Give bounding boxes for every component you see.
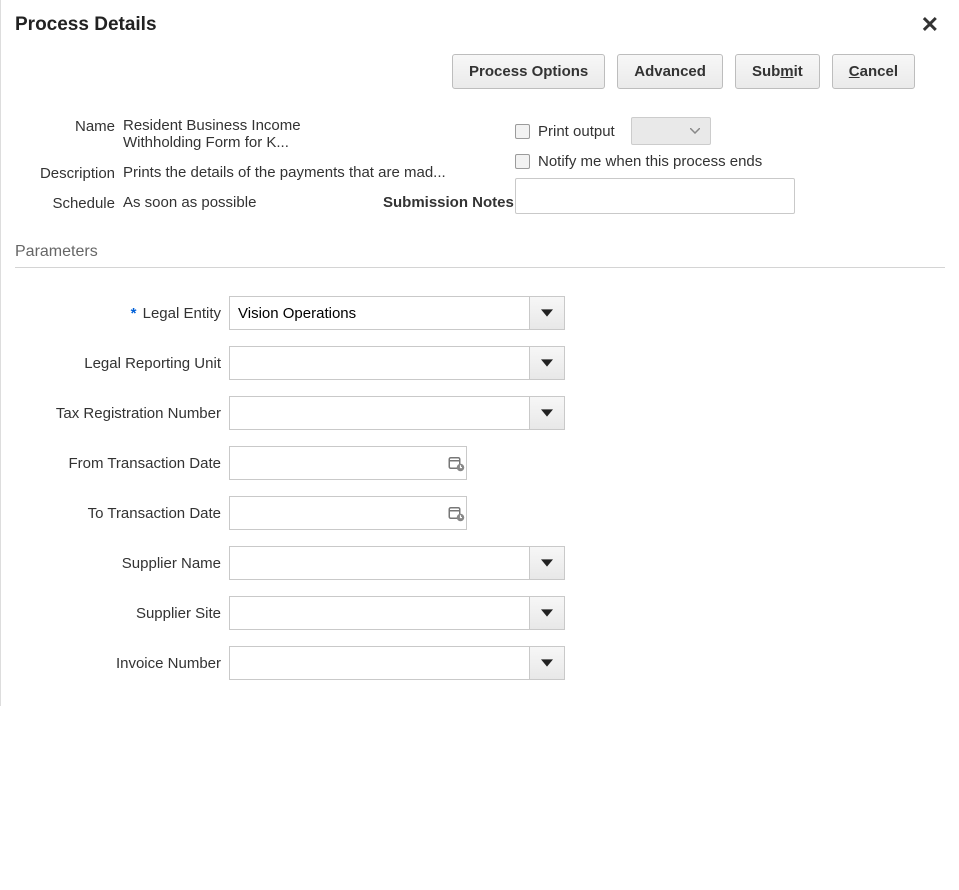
- param-invoice-number: Invoice Number: [15, 646, 945, 680]
- print-output-row: Print output: [515, 117, 795, 145]
- supplier-site-label: Supplier Site: [15, 605, 229, 622]
- invoice-number-label: Invoice Number: [15, 655, 229, 672]
- supplier-name-label: Supplier Name: [15, 555, 229, 572]
- name-label: Name: [15, 117, 115, 135]
- close-icon[interactable]: ✕: [915, 10, 945, 40]
- param-to-tx-date: To Transaction Date: [15, 496, 945, 530]
- legal-entity-label: * Legal Entity: [15, 305, 229, 322]
- description-label: Description: [15, 164, 115, 182]
- legal-entity-combo: [229, 296, 565, 330]
- schedule-row: As soon as possible Submission Notes: [123, 194, 514, 211]
- invoice-number-dropdown[interactable]: [529, 646, 565, 680]
- schedule-label: Schedule: [15, 194, 115, 212]
- title-row: Process Details ✕: [15, 10, 945, 54]
- to-tx-date-picker[interactable]: [445, 497, 466, 529]
- supplier-site-input[interactable]: [229, 596, 529, 630]
- chevron-down-icon: [541, 407, 553, 419]
- info-section: Name Resident Business Income Withholdin…: [15, 117, 945, 217]
- param-legal-reporting-unit: Legal Reporting Unit: [15, 346, 945, 380]
- tax-reg-number-combo: [229, 396, 565, 430]
- tax-reg-number-input[interactable]: [229, 396, 529, 430]
- supplier-name-input[interactable]: [229, 546, 529, 580]
- to-tx-date-label: To Transaction Date: [15, 505, 229, 522]
- process-details-dialog: Process Details ✕ Process Options Advanc…: [0, 0, 959, 706]
- tax-reg-number-label: Tax Registration Number: [15, 405, 229, 422]
- chevron-down-icon: [541, 557, 553, 569]
- cancel-button[interactable]: Cancel: [832, 54, 915, 89]
- submission-notes-label: Submission Notes: [383, 194, 514, 211]
- supplier-name-dropdown[interactable]: [529, 546, 565, 580]
- chevron-down-icon: [690, 128, 700, 134]
- submission-notes-input[interactable]: [515, 178, 795, 214]
- to-tx-date-input[interactable]: [230, 497, 445, 529]
- print-output-label: Print output: [538, 123, 615, 140]
- action-bar: Process Options Advanced Submit Cancel: [15, 54, 945, 89]
- param-supplier-name: Supplier Name: [15, 546, 945, 580]
- legal-reporting-unit-dropdown[interactable]: [529, 346, 565, 380]
- tax-reg-number-dropdown[interactable]: [529, 396, 565, 430]
- legal-reporting-unit-combo: [229, 346, 565, 380]
- parameters-header: Parameters: [15, 235, 945, 268]
- legal-reporting-unit-input[interactable]: [229, 346, 529, 380]
- invoice-number-input[interactable]: [229, 646, 529, 680]
- legal-entity-dropdown[interactable]: [529, 296, 565, 330]
- required-star: *: [131, 305, 139, 322]
- to-tx-date-field: [229, 496, 467, 530]
- advanced-button[interactable]: Advanced: [617, 54, 723, 89]
- from-tx-date-picker[interactable]: [445, 447, 466, 479]
- param-from-tx-date: From Transaction Date: [15, 446, 945, 480]
- parameters-section: * Legal Entity Legal Reporting Unit Tax …: [15, 296, 945, 680]
- info-left: Name Resident Business Income Withholdin…: [15, 117, 485, 217]
- dialog-title: Process Details: [15, 10, 157, 54]
- notify-row: Notify me when this process ends: [515, 153, 795, 170]
- chevron-down-icon: [541, 307, 553, 319]
- param-legal-entity: * Legal Entity: [15, 296, 945, 330]
- param-supplier-site: Supplier Site: [15, 596, 945, 630]
- invoice-number-combo: [229, 646, 565, 680]
- info-right: Print output Notify me when this process…: [515, 117, 795, 217]
- calendar-icon: [447, 504, 465, 522]
- calendar-icon: [447, 454, 465, 472]
- description-value: Prints the details of the payments that …: [123, 164, 514, 181]
- submit-button[interactable]: Submit: [735, 54, 820, 89]
- name-value: Resident Business Income Withholding For…: [123, 117, 514, 151]
- print-output-checkbox[interactable]: [515, 124, 530, 139]
- from-tx-date-field: [229, 446, 467, 480]
- chevron-down-icon: [541, 357, 553, 369]
- from-tx-date-input[interactable]: [230, 447, 445, 479]
- chevron-down-icon: [541, 607, 553, 619]
- notify-label: Notify me when this process ends: [538, 153, 762, 170]
- print-output-select[interactable]: [631, 117, 711, 145]
- schedule-value: As soon as possible: [123, 194, 383, 211]
- legal-entity-input[interactable]: [229, 296, 529, 330]
- process-options-button[interactable]: Process Options: [452, 54, 605, 89]
- notify-checkbox[interactable]: [515, 154, 530, 169]
- from-tx-date-label: From Transaction Date: [15, 455, 229, 472]
- chevron-down-icon: [541, 657, 553, 669]
- param-tax-reg-number: Tax Registration Number: [15, 396, 945, 430]
- supplier-name-combo: [229, 546, 565, 580]
- supplier-site-dropdown[interactable]: [529, 596, 565, 630]
- supplier-site-combo: [229, 596, 565, 630]
- legal-reporting-unit-label: Legal Reporting Unit: [15, 355, 229, 372]
